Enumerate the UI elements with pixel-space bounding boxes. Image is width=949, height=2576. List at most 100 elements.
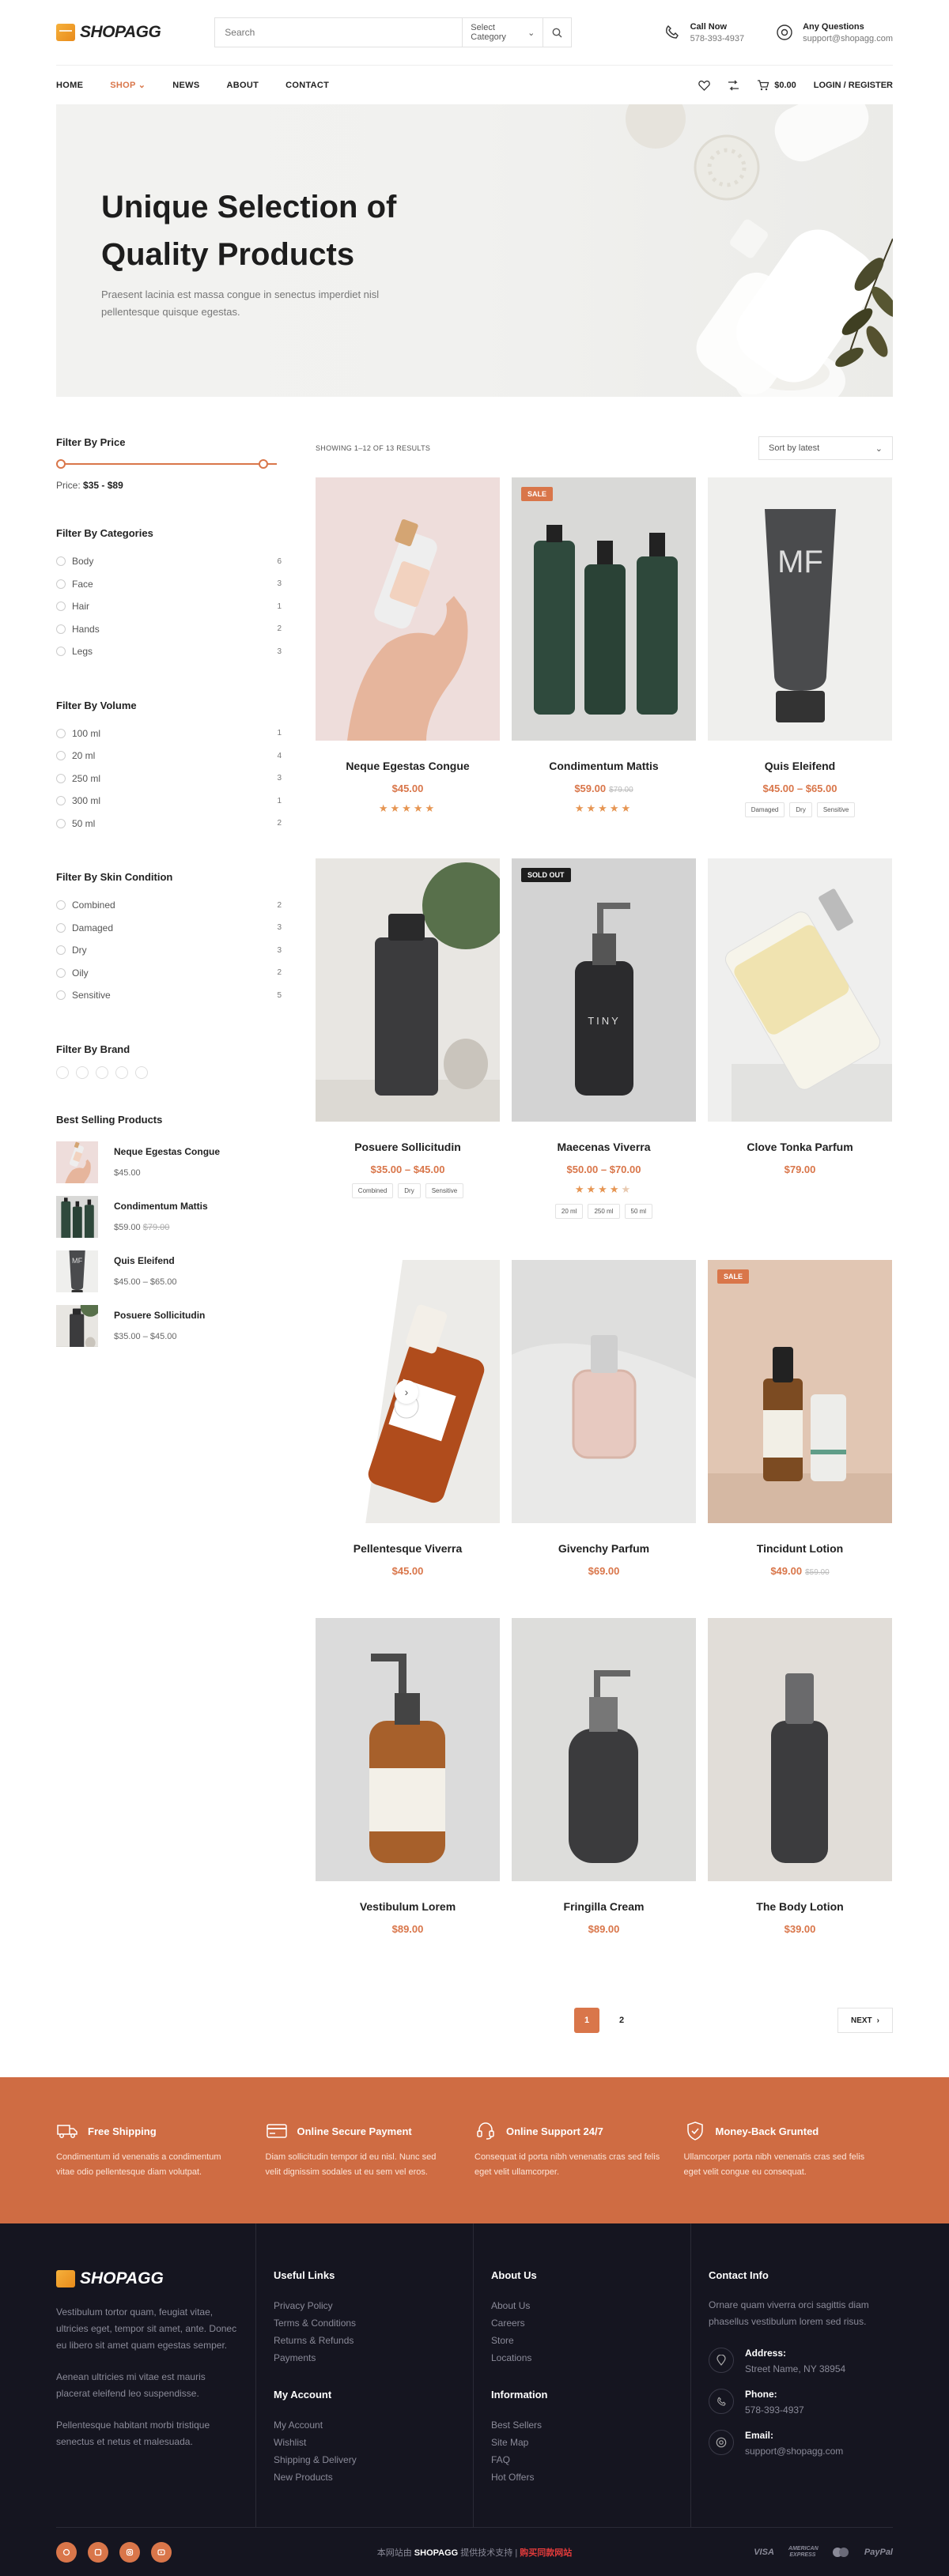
category-option[interactable]: Hair 1	[56, 595, 282, 618]
best-selling-thumb[interactable]	[56, 1304, 98, 1347]
product-card[interactable]: TINY SOLD OUT Maecenas Viverra $50.00 – $70…	[512, 858, 696, 1260]
footer-link[interactable]: Best Sellers	[491, 2416, 673, 2434]
product-card[interactable]: Vestibulum Lorem $89.00	[316, 1618, 500, 1976]
volume-option[interactable]: 50 ml 2	[56, 813, 282, 835]
product-card[interactable]: SALE Condimentum Mattis $59.00 $79.00 ★★★★★	[512, 477, 696, 858]
product-name[interactable]: Posuere Sollicitudin	[316, 1141, 500, 1153]
price-slider-min-handle[interactable]	[56, 459, 66, 469]
footer-link[interactable]: My Account	[274, 2416, 456, 2434]
nav-contact[interactable]: CONTACT	[285, 81, 329, 90]
product-name[interactable]: The Body Lotion	[708, 1900, 892, 1913]
skin-option[interactable]: Dry 3	[56, 939, 282, 962]
footer-link[interactable]: Wishlist	[274, 2434, 456, 2451]
product-image[interactable]	[512, 1618, 696, 1881]
attribute-tag[interactable]: Dry	[398, 1183, 421, 1198]
skin-option[interactable]: Oily 2	[56, 962, 282, 985]
checkbox[interactable]	[56, 728, 66, 738]
footer-link[interactable]: Store	[491, 2332, 673, 2349]
product-name[interactable]: Vestibulum Lorem	[316, 1900, 500, 1913]
product-image[interactable]: SALE	[512, 477, 696, 741]
attribute-tag[interactable]: Sensitive	[425, 1183, 464, 1198]
footer-link[interactable]: Locations	[491, 2349, 673, 2367]
footer-link[interactable]: Hot Offers	[491, 2469, 673, 2486]
checkbox[interactable]	[56, 556, 66, 567]
search-button[interactable]	[543, 18, 571, 47]
product-card[interactable]: SALE Tincidunt Lotion $49.00 $59.00	[708, 1260, 892, 1618]
footer-link[interactable]: Returns & Refunds	[274, 2332, 456, 2349]
page-1[interactable]: 1	[574, 2008, 599, 2033]
compare-icon[interactable]	[728, 80, 739, 91]
nav-news[interactable]: NEWS	[172, 81, 199, 90]
checkbox[interactable]	[56, 922, 66, 933]
checkbox[interactable]	[56, 624, 66, 634]
brand-swatch[interactable]	[135, 1065, 148, 1079]
product-name[interactable]: Pellentesque Viverra	[316, 1542, 500, 1555]
product-image[interactable]	[512, 1260, 696, 1523]
call-now[interactable]: Call Now 578-393-4937	[662, 22, 744, 43]
product-name[interactable]: Fringilla Cream	[512, 1900, 696, 1913]
attribute-tag[interactable]: Dry	[789, 802, 812, 817]
footer-link[interactable]: New Products	[274, 2469, 456, 2486]
volume-option[interactable]: 300 ml 1	[56, 790, 282, 813]
best-selling-thumb[interactable]	[56, 1141, 98, 1183]
attribute-tag[interactable]: Damaged	[744, 802, 785, 817]
product-name[interactable]: Neque Egestas Congue	[316, 760, 500, 772]
product-card[interactable]: The Body Lotion $39.00	[708, 1618, 892, 1976]
product-card[interactable]: Clove Tonka Parfum $79.00	[708, 858, 892, 1260]
product-image[interactable]	[316, 858, 500, 1122]
sort-select[interactable]: Sort by latest ⌄	[758, 436, 893, 460]
price-slider[interactable]	[56, 459, 282, 469]
product-card[interactable]: MF Quis Eleifend $45.00 – $65.00 Damaged Dry…	[708, 477, 892, 858]
product-card[interactable]: Neque Egestas Congue $45.00 ★★★★★	[316, 477, 500, 858]
product-name[interactable]: Clove Tonka Parfum	[708, 1141, 892, 1153]
nav-about[interactable]: ABOUT	[226, 81, 259, 90]
footer-link[interactable]: FAQ	[491, 2451, 673, 2469]
best-selling-item[interactable]: Neque Egestas Congue $45.00	[56, 1141, 282, 1183]
category-option[interactable]: Body 6	[56, 550, 282, 573]
product-card[interactable]: Givenchy Parfum $69.00	[512, 1260, 696, 1618]
checkbox[interactable]	[56, 751, 66, 761]
brand-swatch[interactable]	[76, 1065, 89, 1079]
product-image[interactable]: MF	[708, 477, 892, 741]
footer-link[interactable]: Privacy Policy	[274, 2297, 456, 2314]
product-image[interactable]: TINY SOLD OUT	[512, 858, 696, 1122]
checkbox[interactable]	[56, 818, 66, 828]
skin-option[interactable]: Damaged 3	[56, 917, 282, 940]
product-card[interactable]: Posuere Sollicitudin $35.00 – $45.00 Combi…	[316, 858, 500, 1260]
skin-option[interactable]: Sensitive 5	[56, 984, 282, 1007]
volume-option[interactable]: 20 ml 4	[56, 745, 282, 768]
category-option[interactable]: Legs 3	[56, 640, 282, 663]
attribute-tag[interactable]: 20 ml	[554, 1204, 584, 1219]
skin-option[interactable]: Combined 2	[56, 894, 282, 917]
best-selling-item[interactable]: Condimentum Mattis $59.00 $79.00	[56, 1195, 282, 1238]
attribute-tag[interactable]: Combined	[351, 1183, 394, 1198]
best-selling-name[interactable]: Posuere Sollicitudin	[114, 1310, 205, 1321]
login-register-link[interactable]: LOGIN / REGISTER	[814, 81, 893, 90]
any-questions[interactable]: Any Questions support@shopagg.com	[774, 22, 893, 43]
footer-link[interactable]: Site Map	[491, 2434, 673, 2451]
attribute-tag[interactable]: Sensitive	[816, 802, 856, 817]
product-image[interactable]: ›	[316, 1260, 500, 1523]
cart-button[interactable]: $0.00	[757, 79, 796, 91]
brand-swatch[interactable]	[96, 1065, 108, 1079]
product-image[interactable]	[316, 477, 500, 741]
category-option[interactable]: Face 3	[56, 573, 282, 596]
buy-site-link[interactable]: 购买同款网站	[520, 2548, 572, 2558]
product-name[interactable]: Condimentum Mattis	[512, 760, 696, 772]
best-selling-thumb[interactable]: MF	[56, 1250, 98, 1292]
volume-option[interactable]: 250 ml 3	[56, 768, 282, 790]
footer-link[interactable]: About Us	[491, 2297, 673, 2314]
checkbox[interactable]	[56, 900, 66, 911]
best-selling-thumb[interactable]	[56, 1195, 98, 1238]
footer-link[interactable]: Shipping & Delivery	[274, 2451, 456, 2469]
checkbox[interactable]	[56, 945, 66, 956]
category-option[interactable]: Hands 2	[56, 618, 282, 641]
product-image[interactable]	[316, 1618, 500, 1881]
checkbox[interactable]	[56, 579, 66, 589]
brand-swatch[interactable]	[56, 1065, 69, 1079]
footer-link[interactable]: Terms & Conditions	[274, 2314, 456, 2332]
phone-value[interactable]: 578-393-4937	[745, 2404, 804, 2416]
email-value[interactable]: support@shopagg.com	[745, 2446, 843, 2457]
next-page-button[interactable]: NEXT ›	[837, 2008, 893, 2033]
best-selling-name[interactable]: Quis Eleifend	[114, 1255, 177, 1266]
